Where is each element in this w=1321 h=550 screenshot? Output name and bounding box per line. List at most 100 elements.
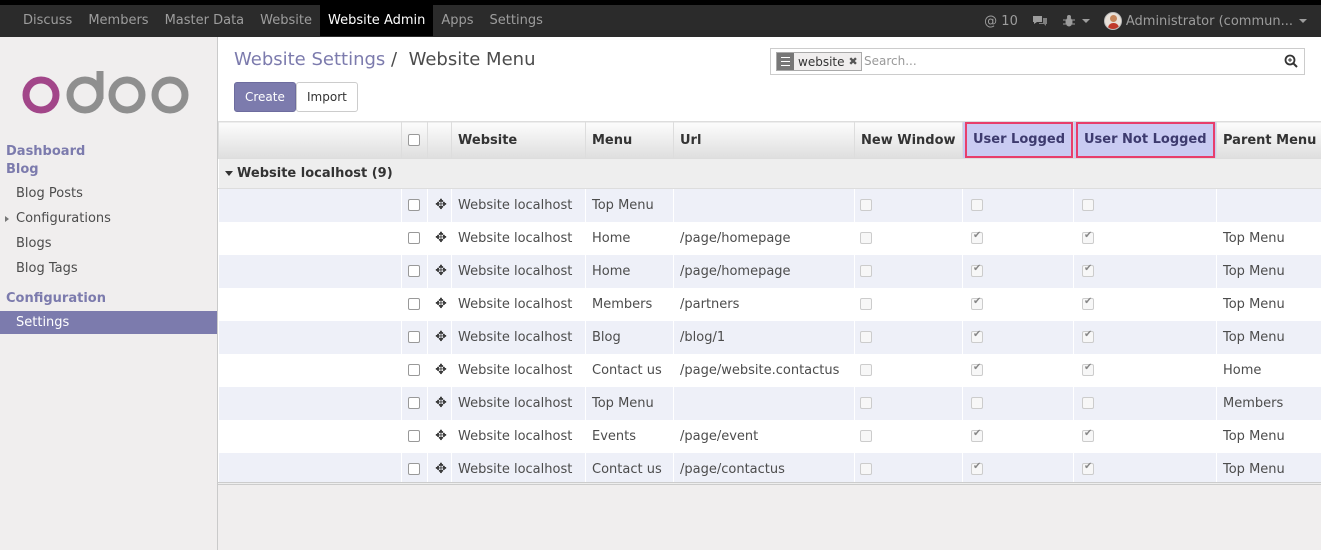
- drag-handle-icon[interactable]: ✥: [434, 395, 448, 411]
- odoo-logo[interactable]: [22, 71, 192, 115]
- table-row[interactable]: ✥Website localhostBlog/blog/1 Top Menu: [218, 320, 1321, 354]
- table-row[interactable]: ✥ Website localhost Contact us/page/contac…: [218, 452, 1321, 486]
- user-not-logged-checkbox: [1082, 428, 1094, 442]
- search-bar[interactable]: website ✖ Search...: [770, 48, 1305, 75]
- row-select[interactable]: [401, 386, 428, 420]
- cell-user-logged: [962, 386, 1074, 420]
- import-button[interactable]: Import: [296, 82, 358, 112]
- drag-handle-icon[interactable]: ✥: [434, 197, 448, 213]
- menu-settings[interactable]: Settings: [482, 5, 551, 36]
- row-checkbox[interactable]: [408, 463, 420, 475]
- table-row[interactable]: ✥Website localhostHome/page/homepageTop …: [218, 254, 1321, 288]
- chevron-right-icon[interactable]: [5, 216, 9, 222]
- row-checkbox[interactable]: [408, 397, 420, 409]
- column-new-window[interactable]: New Window: [854, 121, 963, 159]
- row-spacer: [218, 452, 402, 486]
- user-logged-checkbox: [971, 296, 983, 310]
- table-row[interactable]: ✥ Website localhost Events/page/event Top M…: [219, 420, 1321, 453]
- row-handle[interactable]: ✥: [428, 354, 452, 387]
- debug-bug-icon[interactable]: [1062, 14, 1090, 28]
- drag-handle-icon[interactable]: ✥: [434, 263, 448, 279]
- cell-user-logged: [962, 320, 1074, 354]
- row-select[interactable]: [401, 320, 428, 354]
- cell-parent-menu: Top Menu: [1223, 428, 1285, 444]
- table-row[interactable]: ✥ Website localhost Contact us/page/websit…: [219, 354, 1321, 387]
- column-website[interactable]: Website: [451, 121, 586, 159]
- sidebar-item-settings[interactable]: Settings: [0, 311, 217, 334]
- menu-master-data[interactable]: Master Data: [157, 5, 253, 36]
- menu-website-admin[interactable]: Website Admin: [319, 5, 434, 36]
- column-url[interactable]: Url: [673, 121, 855, 159]
- menu-discuss[interactable]: Discuss: [15, 5, 80, 36]
- sidebar-item-blogs[interactable]: Blogs: [16, 236, 52, 251]
- create-button[interactable]: Create: [234, 82, 296, 112]
- cell-new-window: [854, 386, 963, 420]
- sidebar-item-configurations[interactable]: Configurations: [16, 211, 111, 226]
- row-checkbox[interactable]: [408, 430, 420, 442]
- messages-counter[interactable]: @ 10: [984, 6, 1018, 37]
- column-user-not-logged[interactable]: User Not Logged: [1073, 121, 1217, 159]
- group-row[interactable]: Website localhost (9): [218, 158, 1321, 189]
- row-checkbox[interactable]: [408, 232, 420, 244]
- search-icon[interactable]: [1284, 54, 1298, 68]
- row-select[interactable]: [401, 188, 428, 222]
- cell-website: Website localhost: [458, 230, 573, 246]
- column-user-logged[interactable]: User Logged: [962, 121, 1074, 159]
- sidebar-item-blog-posts[interactable]: Blog Posts: [16, 186, 83, 201]
- row-checkbox[interactable]: [408, 265, 420, 277]
- user-menu[interactable]: Administrator (commun...: [1103, 6, 1307, 37]
- breadcrumb: Website Settings / Website Menu: [234, 49, 535, 70]
- row-select[interactable]: [402, 354, 428, 387]
- drag-handle-icon[interactable]: ✥: [434, 230, 448, 246]
- menu-members[interactable]: Members: [80, 5, 156, 36]
- cell-new-window: [854, 254, 963, 288]
- row-handle[interactable]: ✥: [427, 452, 452, 486]
- drag-handle-icon[interactable]: ✥: [434, 329, 448, 345]
- sidebar-section-dashboard[interactable]: Dashboard: [6, 144, 85, 159]
- row-select[interactable]: [401, 254, 428, 288]
- close-icon[interactable]: ✖: [849, 55, 861, 68]
- row-handle[interactable]: ✥: [427, 254, 452, 288]
- user-not-logged-checkbox: [1082, 329, 1094, 343]
- menu-website[interactable]: Website: [252, 5, 320, 36]
- row-select[interactable]: [402, 288, 428, 321]
- row-select[interactable]: [401, 452, 428, 486]
- header-select-all[interactable]: [401, 121, 428, 159]
- user-logged-checkbox: [971, 397, 983, 409]
- table-row[interactable]: ✥ Website localhost Top Menu: [218, 188, 1321, 222]
- new-window-checkbox: [860, 364, 872, 376]
- column-parent-menu[interactable]: Parent Menu: [1216, 121, 1321, 159]
- row-select[interactable]: [402, 420, 428, 453]
- row-checkbox[interactable]: [408, 199, 420, 212]
- row-handle[interactable]: ✥: [428, 288, 452, 321]
- search-facet[interactable]: website ✖: [776, 52, 862, 71]
- column-menu[interactable]: Menu: [585, 121, 674, 159]
- header-handle: [427, 121, 452, 159]
- drag-handle-icon[interactable]: ✥: [434, 461, 448, 477]
- sidebar-section-blog: Blog: [6, 162, 39, 177]
- drag-handle-icon[interactable]: ✥: [434, 296, 448, 312]
- cell-parent-menu: Top Menu: [1216, 452, 1321, 486]
- row-handle[interactable]: ✥: [427, 320, 452, 354]
- select-all-checkbox[interactable]: [408, 134, 420, 146]
- top-navbar: Discuss Members Master Data Website Webs…: [0, 0, 1321, 37]
- row-handle[interactable]: ✥: [427, 386, 452, 420]
- row-select[interactable]: [402, 222, 428, 255]
- menu-apps[interactable]: Apps: [433, 5, 481, 36]
- table-row[interactable]: ✥ Website localhost Members/partners Top Me…: [219, 288, 1321, 321]
- drag-handle-icon[interactable]: ✥: [434, 362, 448, 378]
- row-spacer: [219, 288, 402, 321]
- search-input[interactable]: Search...: [864, 54, 917, 68]
- chat-icon[interactable]: [1032, 14, 1048, 28]
- row-handle[interactable]: ✥: [428, 420, 452, 453]
- row-handle[interactable]: ✥: [427, 188, 452, 222]
- row-handle[interactable]: ✥: [428, 222, 452, 255]
- row-checkbox[interactable]: [408, 298, 420, 310]
- drag-handle-icon[interactable]: ✥: [434, 428, 448, 444]
- table-row[interactable]: ✥ Website localhost Top Menu Members: [218, 386, 1321, 420]
- table-row[interactable]: ✥Website localhostHome/page/homepageTop …: [219, 222, 1321, 255]
- breadcrumb-parent[interactable]: Website Settings: [234, 49, 385, 70]
- row-checkbox[interactable]: [408, 364, 420, 376]
- sidebar-item-blog-tags[interactable]: Blog Tags: [16, 261, 78, 276]
- row-checkbox[interactable]: [408, 331, 420, 343]
